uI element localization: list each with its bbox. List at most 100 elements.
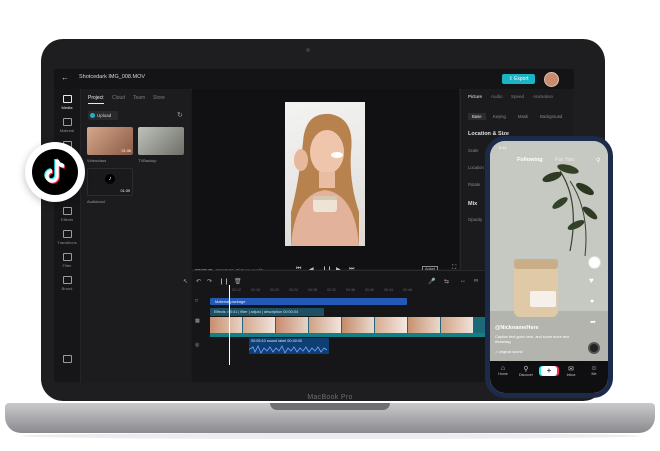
tiktok-logo-icon [32, 149, 78, 195]
creator-avatar[interactable] [588, 256, 601, 269]
playhead[interactable] [229, 285, 230, 365]
filter-icon [62, 253, 72, 261]
link-icon[interactable]: ⇆ [444, 278, 449, 285]
phone-tab-following[interactable]: Following [517, 157, 543, 163]
undo-icon[interactable]: ↶ [196, 278, 201, 285]
rail-item-media[interactable]: Media [54, 95, 80, 110]
delete-icon[interactable]: 🗑 [234, 278, 242, 285]
media-tab-team[interactable]: Team [133, 95, 145, 101]
editor-topbar: ← Shotcedark IMG_008.MOV ⇧ Export [54, 69, 574, 90]
laptop-shadow [20, 433, 640, 439]
left-rail: Media Material Text Effects Transitions … [54, 89, 81, 382]
phone-caption: Caption text goes here, and some more te… [495, 335, 569, 344]
video-frame [210, 317, 242, 333]
video-frame [408, 317, 440, 333]
video-frame [375, 317, 407, 333]
text-track-icon: □ [195, 298, 199, 304]
media-tab-store[interactable]: Store [153, 95, 165, 101]
back-arrow-icon[interactable]: ← [61, 73, 69, 82]
ruler-tick: 00:48 [403, 288, 412, 292]
mic-icon[interactable]: 🎤 [428, 278, 435, 285]
media-thumb-audio[interactable]: ♪ 01:39 [87, 168, 133, 196]
tab-animation[interactable]: Animation [533, 94, 553, 99]
text-track-clip[interactable]: Material package [210, 298, 407, 305]
preview-frame[interactable] [285, 102, 365, 246]
export-button[interactable]: ⇧ Export [502, 74, 535, 84]
refresh-icon[interactable]: ↻ [177, 111, 183, 119]
media-tab-cloud[interactable]: Cloud [112, 95, 125, 101]
video-frame [276, 317, 308, 333]
media-duration: 01:36 [121, 149, 131, 153]
avatar[interactable] [544, 72, 559, 87]
brand-icon [62, 276, 72, 284]
nav-inbox[interactable]: ✉ Inbox [562, 365, 580, 377]
comment-icon[interactable]: ● [590, 298, 594, 305]
search-icon[interactable]: ⚲ [596, 157, 600, 164]
tab-picture[interactable]: Picture [468, 94, 482, 99]
phone-username[interactable]: @NicknameHere [495, 325, 539, 331]
scale-label: Scale [468, 148, 479, 153]
profile-icon: ☺ [590, 365, 598, 372]
laptop-base-notch [270, 403, 390, 410]
rail-item-settings[interactable] [54, 355, 80, 365]
media-icon [62, 95, 72, 103]
subtab-background[interactable]: Background [540, 114, 562, 119]
share-icon[interactable]: ➦ [590, 318, 596, 326]
subtab-base[interactable]: Base [468, 113, 486, 120]
audio-waveform [249, 345, 328, 354]
select-tool-icon[interactable]: ↖ [183, 278, 188, 285]
phone-time: 9:41 [499, 145, 507, 150]
subtab-keying[interactable]: Keying [493, 114, 506, 119]
nav-me[interactable]: ☺ Me [585, 365, 603, 376]
snap-icon[interactable]: ∞ [474, 278, 478, 284]
opacity-label: Opacity [468, 217, 483, 222]
home-icon: ⌂ [500, 365, 506, 372]
tiktok-note-glyph [44, 158, 66, 184]
upload-button[interactable]: Upload [88, 111, 118, 120]
woman-portrait-image [291, 113, 359, 246]
redo-icon[interactable]: ↷ [207, 278, 212, 285]
export-label: Export [514, 76, 529, 82]
phone-tab-foryou[interactable]: For You [555, 157, 574, 163]
split-icon[interactable]: ❙❙ [219, 278, 229, 285]
phone-sound[interactable]: ♫ original sound [495, 350, 523, 354]
rail-item-material[interactable]: Material [54, 118, 80, 133]
media-label: Audioload [87, 199, 105, 204]
rotate-label: Rotate [468, 182, 481, 187]
audio-track-clip[interactable]: 00:05:10 sound label 00:40:00 [249, 338, 329, 354]
material-icon [62, 118, 72, 126]
mix-heading: Mix [468, 201, 478, 207]
video-frame [243, 317, 275, 333]
phone-bottom-nav: ⌂ Home ⚲ Discover + ✉ Inbox ☺ Me [490, 361, 608, 393]
inbox-icon: ✉ [568, 366, 574, 373]
location-label: Location [468, 165, 484, 170]
tab-speed[interactable]: Speed [511, 94, 524, 99]
sound-disc-icon[interactable] [588, 342, 600, 354]
subtab-mask[interactable]: Mask [518, 114, 528, 119]
tab-audio[interactable]: Audio [491, 94, 503, 99]
rail-item-effects[interactable]: Effects [54, 207, 80, 222]
media-tab-project[interactable]: Project [88, 95, 104, 104]
create-button[interactable]: + [541, 366, 557, 376]
rail-item-brand[interactable]: Brand [54, 276, 80, 291]
video-frame [342, 317, 374, 333]
nav-discover[interactable]: ⚲ Discover [517, 365, 535, 377]
project-title: Shotcedark IMG_008.MOV [79, 74, 146, 80]
music-note-icon: ♪ [105, 174, 115, 184]
keyboard-icon [62, 355, 72, 363]
rail-item-transitions[interactable]: Transitions [54, 230, 80, 245]
media-thumb-videoclass[interactable]: 01:36 [87, 127, 133, 155]
laptop-camera [306, 48, 310, 52]
nav-home[interactable]: ⌂ Home [494, 365, 512, 376]
effects-track-clip[interactable]: Effects > 0:41 | filter | adjust | descr… [210, 308, 324, 316]
ruler-tick: 00:20 [270, 288, 279, 292]
rail-item-filter[interactable]: Filter [54, 253, 80, 268]
zoom-icon[interactable]: ↔ [460, 278, 466, 284]
heart-icon[interactable]: ♥ [589, 276, 594, 285]
transitions-icon [62, 230, 72, 238]
effects-icon [62, 207, 72, 215]
upload-icon [90, 113, 95, 118]
media-thumb-tvbackup[interactable] [138, 127, 184, 155]
search-icon: ⚲ [523, 366, 529, 373]
ruler-tick: 00:32 [327, 288, 336, 292]
